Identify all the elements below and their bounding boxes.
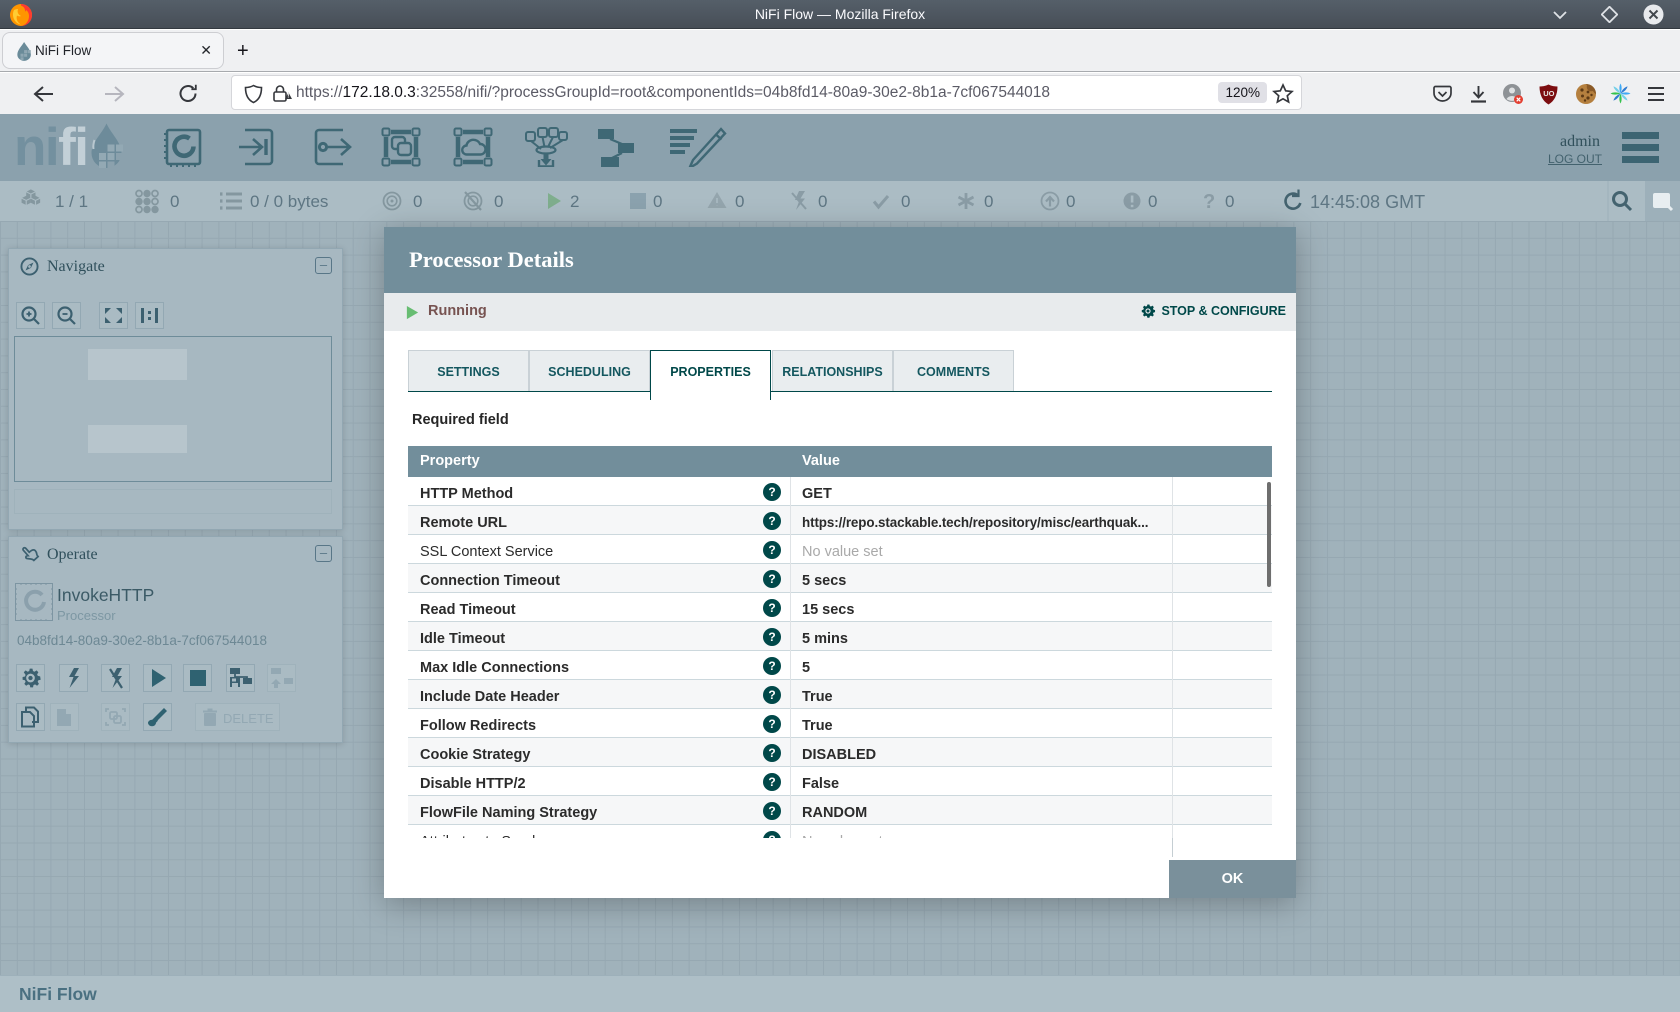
svg-text:0: 0 bbox=[984, 192, 993, 211]
svg-text:!: ! bbox=[287, 93, 289, 100]
svg-text:0: 0 bbox=[1066, 192, 1075, 211]
svg-text:0: 0 bbox=[901, 192, 910, 211]
svg-text:0: 0 bbox=[413, 192, 422, 211]
svg-text:0: 0 bbox=[494, 192, 503, 211]
svg-text:0 / 0 bytes: 0 / 0 bytes bbox=[250, 192, 328, 211]
svg-text:0: 0 bbox=[818, 192, 827, 211]
svg-text:0: 0 bbox=[170, 192, 179, 211]
svg-text:0: 0 bbox=[653, 192, 662, 211]
svg-text:0: 0 bbox=[735, 192, 744, 211]
svg-text:?: ? bbox=[1203, 191, 1215, 213]
svg-text:0: 0 bbox=[1225, 192, 1234, 211]
svg-text:1 / 1: 1 / 1 bbox=[55, 192, 88, 211]
svg-text:UO: UO bbox=[1543, 89, 1554, 98]
svg-text:0: 0 bbox=[1148, 192, 1157, 211]
svg-text:14:45:08 GMT: 14:45:08 GMT bbox=[1310, 192, 1425, 212]
svg-text:2: 2 bbox=[570, 192, 579, 211]
